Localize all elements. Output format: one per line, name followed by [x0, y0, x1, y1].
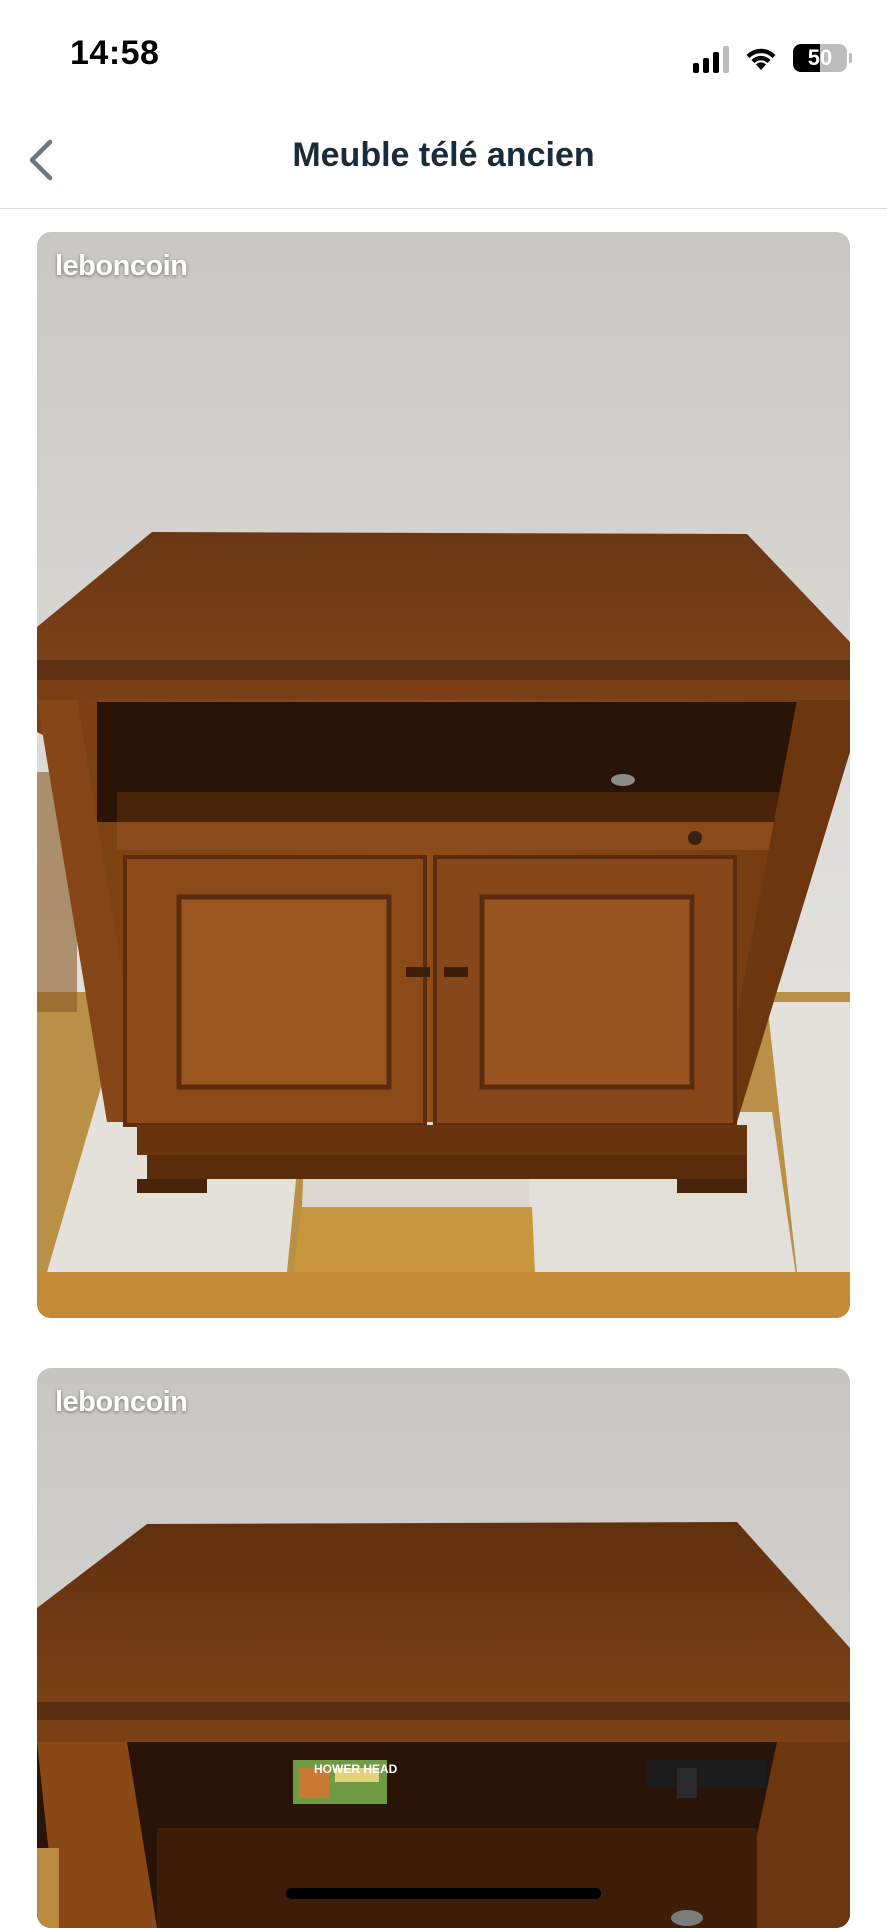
status-time: 14:58: [70, 34, 160, 72]
leboncoin-watermark: leboncoin: [55, 250, 188, 282]
status-icons: 50: [693, 38, 852, 78]
cabinet-photo-image: [37, 232, 850, 1318]
nav-bar: Meuble télé ancien: [0, 112, 887, 209]
wifi-icon: [746, 48, 776, 70]
shower-head-package-text: HOWER HEAD: [314, 1762, 398, 1776]
battery-level: 50: [807, 45, 833, 70]
leboncoin-watermark: leboncoin: [55, 1386, 188, 1418]
page-title: Meuble télé ancien: [292, 136, 595, 174]
status-bar: 14:58 50: [0, 0, 887, 112]
listing-photo-2[interactable]: HOWER HEAD leboncoin: [37, 1368, 850, 1928]
home-indicator[interactable]: [286, 1888, 601, 1899]
cabinet-photo-image: HOWER HEAD: [37, 1368, 850, 1928]
listing-photo-1[interactable]: leboncoin: [37, 232, 850, 1318]
battery-icon: 50: [793, 44, 852, 72]
cellular-signal-icon: [693, 43, 729, 73]
